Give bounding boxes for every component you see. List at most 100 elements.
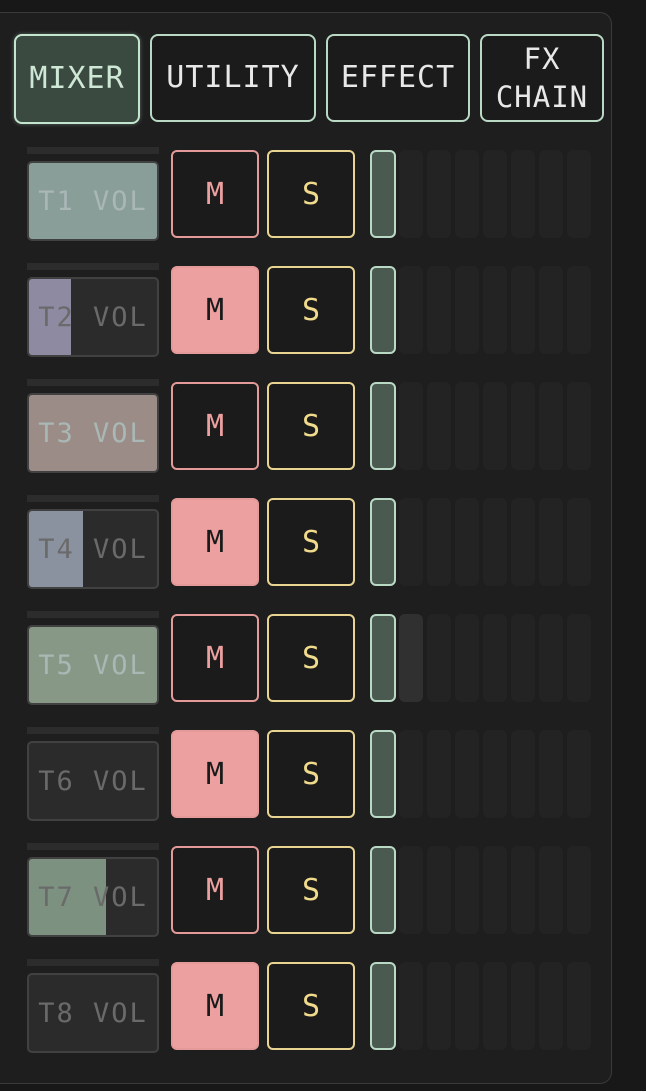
- level-meter-handle[interactable]: [370, 498, 396, 586]
- mute-button-t3[interactable]: M: [171, 382, 259, 470]
- volume-slider-t7[interactable]: T7 VOL: [27, 857, 159, 937]
- level-meter-segment: [399, 150, 423, 238]
- volume-slider-t2[interactable]: T2 VOL: [27, 277, 159, 357]
- level-meter-segment: [511, 614, 535, 702]
- volume-slider-t4[interactable]: T4 VOL: [27, 509, 159, 589]
- solo-button-t1[interactable]: S: [267, 150, 355, 238]
- level-meter-segment: [539, 962, 563, 1050]
- solo-button-t7[interactable]: S: [267, 846, 355, 934]
- level-meter-segment: [483, 962, 507, 1050]
- mute-button-t5[interactable]: M: [171, 614, 259, 702]
- level-meter-segment: [427, 266, 451, 354]
- level-meter-handle[interactable]: [370, 382, 396, 470]
- level-meter-segment: [511, 150, 535, 238]
- level-meter-segment: [399, 730, 423, 818]
- level-meter-handle[interactable]: [370, 266, 396, 354]
- solo-button-t6[interactable]: S: [267, 730, 355, 818]
- track-header-bar: [27, 263, 159, 270]
- solo-button-t4[interactable]: S: [267, 498, 355, 586]
- volume-label: T6 VOL: [38, 765, 148, 797]
- level-meter-segment: [567, 846, 591, 934]
- track-row-2: T2 VOL M S: [0, 263, 612, 379]
- level-meter-segment: [483, 614, 507, 702]
- level-meter-segment: [567, 614, 591, 702]
- track-row-1: T1 VOL M S: [0, 147, 612, 263]
- level-meter-segment: [483, 266, 507, 354]
- level-meter-segment: [511, 266, 535, 354]
- level-meter-segment: [567, 962, 591, 1050]
- level-meter-segment: [455, 730, 479, 818]
- level-meter-segment: [427, 498, 451, 586]
- level-meter-handle[interactable]: [370, 150, 396, 238]
- volume-label: T4 VOL: [38, 533, 148, 565]
- track-header-bar: [27, 727, 159, 734]
- track-row-7: T7 VOL M S: [0, 843, 612, 959]
- level-meter-segment: [567, 150, 591, 238]
- track-header-bar: [27, 611, 159, 618]
- solo-button-t8[interactable]: S: [267, 962, 355, 1050]
- level-meter-segment: [455, 962, 479, 1050]
- level-meter-segment: [567, 498, 591, 586]
- level-meter-segment: [427, 614, 451, 702]
- tab-effect[interactable]: EFFECT: [326, 34, 470, 122]
- tab-mixer[interactable]: MIXER: [14, 34, 140, 124]
- level-meter-segment: [427, 730, 451, 818]
- level-meter-segment: [539, 266, 563, 354]
- volume-label: T3 VOL: [38, 417, 148, 449]
- mute-button-t4[interactable]: M: [171, 498, 259, 586]
- level-meter-handle[interactable]: [370, 962, 396, 1050]
- level-meter-segment: [399, 382, 423, 470]
- level-meter-segment: [399, 266, 423, 354]
- track-row-4: T4 VOL M S: [0, 495, 612, 611]
- mute-button-t7[interactable]: M: [171, 846, 259, 934]
- track-header-bar: [27, 147, 159, 154]
- level-meter-segment: [483, 498, 507, 586]
- mute-button-t1[interactable]: M: [171, 150, 259, 238]
- level-meter-segment: [399, 614, 423, 702]
- track-row-3: T3 VOL M S: [0, 379, 612, 495]
- level-meter-segment: [455, 266, 479, 354]
- volume-slider-t5[interactable]: T5 VOL: [27, 625, 159, 705]
- track-header-bar: [27, 495, 159, 502]
- level-meter-segment: [539, 150, 563, 238]
- track-header-bar: [27, 843, 159, 850]
- level-meter-segment: [567, 266, 591, 354]
- volume-label: T1 VOL: [38, 185, 148, 217]
- level-meter-segment: [511, 730, 535, 818]
- level-meter-segment: [455, 150, 479, 238]
- level-meter-segment: [427, 846, 451, 934]
- track-row-5: T5 VOL M S: [0, 611, 612, 727]
- volume-slider-t1[interactable]: T1 VOL: [27, 161, 159, 241]
- level-meter-segment: [427, 962, 451, 1050]
- level-meter-segment: [483, 150, 507, 238]
- level-meter-segment: [567, 730, 591, 818]
- volume-slider-t8[interactable]: T8 VOL: [27, 973, 159, 1053]
- level-meter-segment: [539, 846, 563, 934]
- track-row-8: T8 VOL M S: [0, 959, 612, 1075]
- level-meter-segment: [539, 614, 563, 702]
- solo-button-t3[interactable]: S: [267, 382, 355, 470]
- mute-button-t2[interactable]: M: [171, 266, 259, 354]
- volume-label: T2 VOL: [38, 301, 148, 333]
- level-meter-segment: [483, 846, 507, 934]
- level-meter-handle[interactable]: [370, 614, 396, 702]
- mute-button-t6[interactable]: M: [171, 730, 259, 818]
- tab-fx-chain[interactable]: FX CHAIN: [480, 34, 604, 122]
- level-meter-handle[interactable]: [370, 730, 396, 818]
- level-meter-segment: [511, 962, 535, 1050]
- track-row-6: T6 VOL M S: [0, 727, 612, 843]
- level-meter-segment: [511, 498, 535, 586]
- volume-label: T5 VOL: [38, 649, 148, 681]
- volume-slider-t3[interactable]: T3 VOL: [27, 393, 159, 473]
- volume-label: T7 VOL: [38, 881, 148, 913]
- volume-label: T8 VOL: [38, 997, 148, 1029]
- mute-button-t8[interactable]: M: [171, 962, 259, 1050]
- level-meter-segment: [567, 382, 591, 470]
- level-meter-segment: [455, 498, 479, 586]
- tab-utility[interactable]: UTILITY: [150, 34, 316, 122]
- solo-button-t5[interactable]: S: [267, 614, 355, 702]
- solo-button-t2[interactable]: S: [267, 266, 355, 354]
- volume-slider-t6[interactable]: T6 VOL: [27, 741, 159, 821]
- level-meter-handle[interactable]: [370, 846, 396, 934]
- level-meter-segment: [539, 498, 563, 586]
